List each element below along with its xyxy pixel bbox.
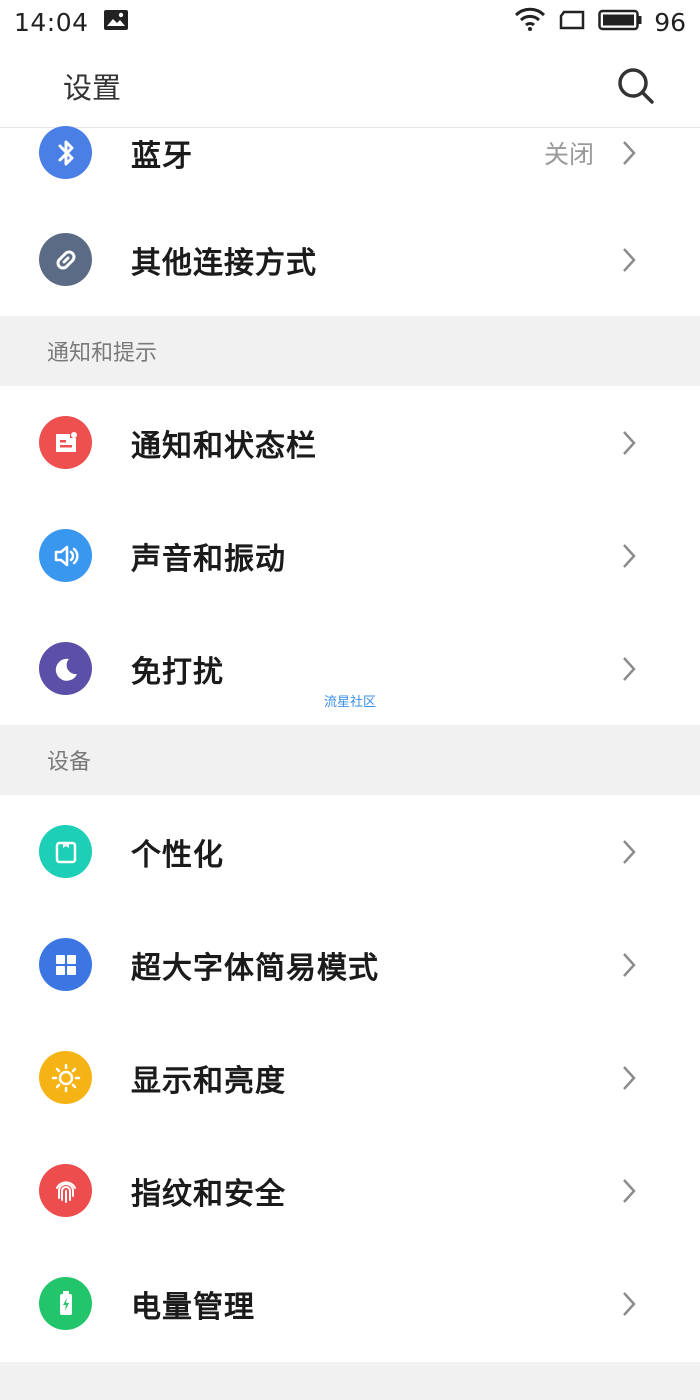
settings-row-bluetooth[interactable]: 蓝牙 关闭 bbox=[0, 126, 700, 179]
section-header-notifications: 通知和提示 bbox=[0, 316, 700, 386]
settings-row-label: 其他连接方式 bbox=[131, 245, 317, 281]
settings-row-personalization[interactable]: 个性化 bbox=[0, 795, 700, 908]
chevron-right-icon bbox=[620, 138, 638, 168]
battery-percent: 96 bbox=[654, 7, 686, 37]
chevron-right-icon bbox=[620, 837, 638, 867]
link-icon bbox=[39, 233, 92, 286]
status-time: 14:04 bbox=[14, 7, 89, 37]
screen-rotate-icon bbox=[558, 8, 586, 37]
settings-row-label: 指纹和安全 bbox=[131, 1176, 286, 1212]
notification-icon bbox=[39, 416, 92, 469]
settings-row-label: 个性化 bbox=[131, 837, 224, 873]
settings-row-label: 声音和振动 bbox=[131, 541, 286, 577]
search-icon bbox=[618, 67, 654, 104]
settings-list: 蓝牙 关闭 其他连接方式 通知和提示 通知和状态栏 声音和振动 免打扰 设备 个… bbox=[0, 126, 700, 1360]
settings-row-other-connections[interactable]: 其他连接方式 bbox=[0, 203, 700, 316]
settings-row-sound-vibration[interactable]: 声音和振动 bbox=[0, 499, 700, 612]
personalize-icon bbox=[39, 825, 92, 878]
chevron-right-icon bbox=[620, 1289, 638, 1319]
chevron-right-icon bbox=[620, 541, 638, 571]
app-header: 设置 bbox=[0, 44, 700, 128]
battery-icon bbox=[598, 8, 642, 37]
bluetooth-status: 关闭 bbox=[543, 140, 594, 169]
moon-icon bbox=[39, 642, 92, 695]
page-title: 设置 bbox=[63, 70, 122, 105]
section-title: 设备 bbox=[47, 750, 92, 775]
wifi-icon bbox=[514, 6, 546, 38]
chevron-right-icon bbox=[620, 1176, 638, 1206]
settings-row-large-font-mode[interactable]: 超大字体简易模式 bbox=[0, 908, 700, 1021]
chevron-right-icon bbox=[620, 950, 638, 980]
settings-row-battery-management[interactable]: 电量管理 bbox=[0, 1247, 700, 1360]
status-bar: 14:04 96 bbox=[0, 0, 700, 44]
watermark-text: 流星社区 bbox=[324, 695, 377, 710]
bluetooth-icon bbox=[39, 126, 92, 179]
battery-charge-icon bbox=[39, 1277, 92, 1330]
grid-icon bbox=[39, 938, 92, 991]
chevron-right-icon bbox=[620, 1063, 638, 1093]
settings-row-display-brightness[interactable]: 显示和亮度 bbox=[0, 1021, 700, 1134]
speaker-icon bbox=[39, 529, 92, 582]
settings-row-label: 免打扰 bbox=[131, 654, 224, 690]
sun-icon bbox=[39, 1051, 92, 1104]
section-title: 通知和提示 bbox=[47, 341, 158, 366]
settings-row-label: 超大字体简易模式 bbox=[131, 950, 379, 986]
settings-row-label: 蓝牙 bbox=[131, 139, 193, 174]
settings-row-label: 电量管理 bbox=[131, 1289, 255, 1325]
settings-row-label: 显示和亮度 bbox=[131, 1063, 286, 1099]
settings-row-fingerprint-security[interactable]: 指纹和安全 bbox=[0, 1134, 700, 1247]
gallery-notification-icon bbox=[103, 8, 129, 37]
chevron-right-icon bbox=[620, 654, 638, 684]
search-button[interactable] bbox=[616, 66, 656, 106]
chevron-right-icon bbox=[620, 428, 638, 458]
chevron-right-icon bbox=[620, 245, 638, 275]
section-header-partial bbox=[0, 1362, 700, 1400]
settings-row-notification-status-bar[interactable]: 通知和状态栏 bbox=[0, 386, 700, 499]
section-header-device: 设备 bbox=[0, 725, 700, 795]
settings-row-label: 通知和状态栏 bbox=[131, 428, 317, 464]
fingerprint-icon bbox=[39, 1164, 92, 1217]
